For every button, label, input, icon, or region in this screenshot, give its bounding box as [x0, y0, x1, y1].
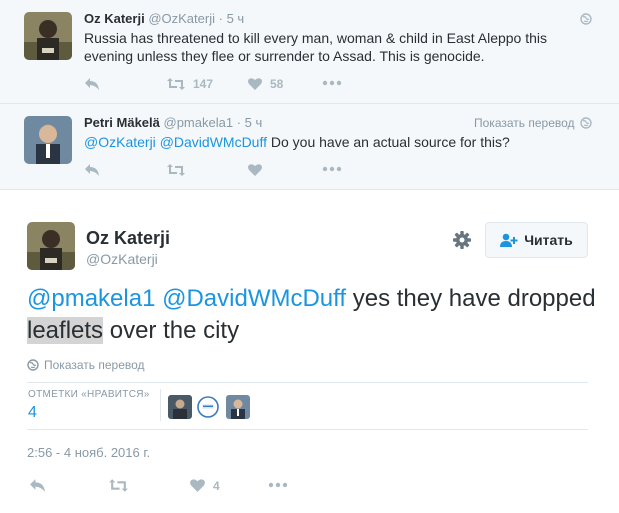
avatar[interactable] [27, 222, 75, 270]
more-icon [268, 482, 288, 488]
more-button[interactable] [268, 482, 288, 488]
add-user-icon [500, 233, 518, 247]
like-button[interactable]: 58 [247, 77, 283, 91]
tweet-text: @OzKaterji @DavidWMcDuff Do you have an … [84, 133, 584, 151]
context-tweet-1[interactable]: Oz Katerji @OzKaterji · 5 ч Russia has t… [0, 0, 619, 104]
like-count: 4 [213, 478, 220, 493]
like-count: 58 [270, 77, 284, 91]
tweet-timestamp[interactable]: 2:56 - 4 нояб. 2016 г. [27, 445, 150, 460]
heart-icon [248, 164, 262, 176]
separator-dot: · [218, 11, 223, 26]
likes-stat-label[interactable]: ОТМЕТКИ «НРАВИТСЯ» [28, 389, 150, 400]
like-button[interactable] [247, 163, 263, 177]
tweet-time[interactable]: 5 ч [245, 115, 263, 130]
show-translation-link[interactable]: Показать перевод [474, 116, 575, 130]
reply-button[interactable] [29, 478, 46, 493]
tweet-text: Russia has threatened to kill every man,… [84, 30, 548, 64]
context-tweet-2[interactable]: Petri Mäkelä @pmakela1 · 5 ч Показать пе… [0, 104, 619, 190]
globe-icon [27, 359, 39, 371]
liker-avatar[interactable] [226, 395, 250, 419]
tweet-body-end: over the city [103, 317, 240, 344]
tweet-body: yes they have dropped [346, 285, 596, 312]
globe-icon[interactable] [580, 12, 592, 30]
globe-icon[interactable] [580, 116, 592, 134]
divider [160, 389, 161, 421]
author-handle[interactable]: @OzKaterji [148, 11, 215, 26]
divider [27, 429, 588, 430]
reply-button[interactable] [84, 77, 100, 91]
separator-dot: · [236, 115, 242, 130]
more-button[interactable] [322, 166, 342, 172]
show-translation-link[interactable]: Показать перевод [27, 358, 145, 372]
retweet-button[interactable] [108, 478, 129, 493]
retweet-button[interactable] [166, 163, 186, 177]
retweet-icon [167, 78, 185, 90]
reply-icon [85, 164, 99, 176]
mention-link[interactable]: @pmakela1 [27, 285, 155, 312]
follow-button[interactable]: Читать [485, 222, 588, 258]
liker-avatar[interactable] [196, 395, 220, 419]
retweet-icon [167, 164, 185, 176]
follow-button-label: Читать [524, 232, 573, 248]
highlighted-word: leaflets [27, 317, 104, 344]
more-button[interactable] [322, 80, 342, 86]
author-name[interactable]: Oz Katerji [84, 11, 145, 26]
likes-stat-count[interactable]: 4 [28, 404, 37, 422]
tweet-text: @pmakela1 @DavidWMcDuff yes they have dr… [27, 283, 597, 347]
reply-icon [30, 479, 45, 492]
more-icon [322, 80, 342, 86]
liker-avatar[interactable] [168, 395, 192, 419]
retweet-button[interactable]: 147 [166, 77, 213, 91]
gear-icon[interactable] [452, 230, 472, 255]
avatar[interactable] [24, 12, 72, 60]
avatar[interactable] [24, 116, 72, 164]
tweet-body: Do you have an actual source for this? [270, 134, 510, 150]
reply-icon [85, 78, 99, 90]
heart-icon [248, 78, 262, 90]
reply-button[interactable] [84, 163, 100, 177]
author-name[interactable]: Oz Katerji [86, 228, 170, 249]
author-handle[interactable]: @pmakela1 [164, 115, 234, 130]
author-handle[interactable]: @OzKaterji [86, 251, 158, 267]
divider [27, 382, 588, 383]
heart-icon [190, 479, 205, 492]
retweet-count: 147 [193, 77, 214, 91]
mention-link[interactable]: @DavidWMcDuff [162, 285, 346, 312]
tweet-time[interactable]: 5 ч [227, 11, 245, 26]
author-name[interactable]: Petri Mäkelä [84, 115, 160, 130]
translate-label: Показать перевод [44, 358, 145, 372]
like-button[interactable]: 4 [189, 478, 220, 493]
more-icon [322, 166, 342, 172]
mention-link[interactable]: @DavidWMcDuff [160, 134, 267, 150]
retweet-icon [109, 479, 128, 492]
mention-link[interactable]: @OzKaterji [84, 134, 156, 150]
